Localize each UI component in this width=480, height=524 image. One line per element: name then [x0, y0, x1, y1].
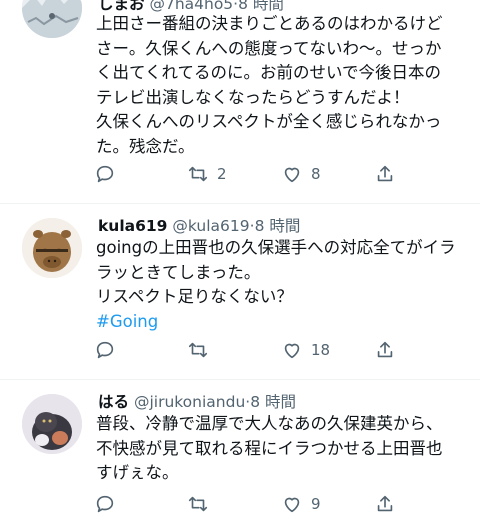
- retweet-icon: [188, 342, 208, 358]
- like-icon: [284, 343, 300, 359]
- avatar[interactable]: [22, 218, 82, 278]
- action-bar: 18: [94, 338, 394, 362]
- like-button[interactable]: 18: [281, 338, 330, 362]
- retweet-count: 2: [217, 165, 227, 183]
- reply-button[interactable]: [94, 338, 116, 362]
- retweet-button[interactable]: 2: [187, 162, 227, 186]
- hashtag-link[interactable]: #Going: [96, 312, 158, 331]
- display-name[interactable]: kula619: [98, 217, 167, 235]
- like-button[interactable]: 8: [281, 162, 321, 186]
- reply-button[interactable]: [94, 492, 116, 516]
- like-count: 9: [311, 495, 321, 513]
- tweet-text: goingの上田晋也の久保選手への対応全てがイラ ラッときてしまった。 リスペク…: [96, 236, 472, 334]
- reply-icon: [96, 341, 114, 359]
- divider: [0, 203, 480, 204]
- share-button[interactable]: [374, 338, 396, 362]
- retweet-icon: [188, 166, 208, 182]
- tweet-text: 上田さー番組の決まりごとあるのはわかるけど さー。久保くんへの態度ってないわ〜。…: [96, 14, 443, 156]
- share-icon: [377, 495, 393, 512]
- timestamp[interactable]: 8 時間: [255, 217, 301, 235]
- handle[interactable]: @kula619: [172, 217, 249, 235]
- tweet-header: kula619 @kula619·8 時間: [98, 217, 301, 235]
- snow-photo-avatar-icon: [22, 0, 82, 38]
- like-count: 18: [311, 341, 331, 359]
- reply-icon: [96, 165, 114, 183]
- tweet-header: はる @jirukoniandu·8 時間: [98, 393, 297, 411]
- share-button[interactable]: [374, 492, 396, 516]
- retweet-button[interactable]: [187, 338, 209, 362]
- like-count: 8: [311, 165, 321, 183]
- like-icon: [284, 497, 300, 513]
- share-button[interactable]: [374, 162, 396, 186]
- retweet-icon: [188, 496, 208, 512]
- handle[interactable]: @jirukoniandu: [134, 393, 245, 411]
- divider: [0, 379, 480, 380]
- capybara-avatar-icon: [22, 218, 82, 278]
- tweet-text: 普段、冷静で温厚で大人なあの久保建英から、 不快感が見て取れる程にイラつかせる上…: [96, 414, 443, 482]
- like-icon: [284, 167, 300, 183]
- timestamp[interactable]: 8 時間: [250, 393, 296, 411]
- action-bar: 2 8: [94, 162, 394, 186]
- avatar[interactable]: [22, 394, 82, 454]
- share-icon: [377, 341, 393, 358]
- cat-avatar-icon: [22, 394, 82, 454]
- avatar[interactable]: [22, 0, 82, 38]
- reply-button[interactable]: [94, 162, 116, 186]
- display-name[interactable]: はる: [98, 393, 129, 411]
- retweet-button[interactable]: [187, 492, 209, 516]
- reply-icon: [96, 495, 114, 513]
- share-icon: [377, 165, 393, 182]
- tweet-text-content: goingの上田晋也の久保選手への対応全てがイラ ラッときてしまった。 リスペク…: [96, 238, 456, 306]
- like-button[interactable]: 9: [281, 492, 321, 516]
- action-bar: 9: [94, 492, 394, 516]
